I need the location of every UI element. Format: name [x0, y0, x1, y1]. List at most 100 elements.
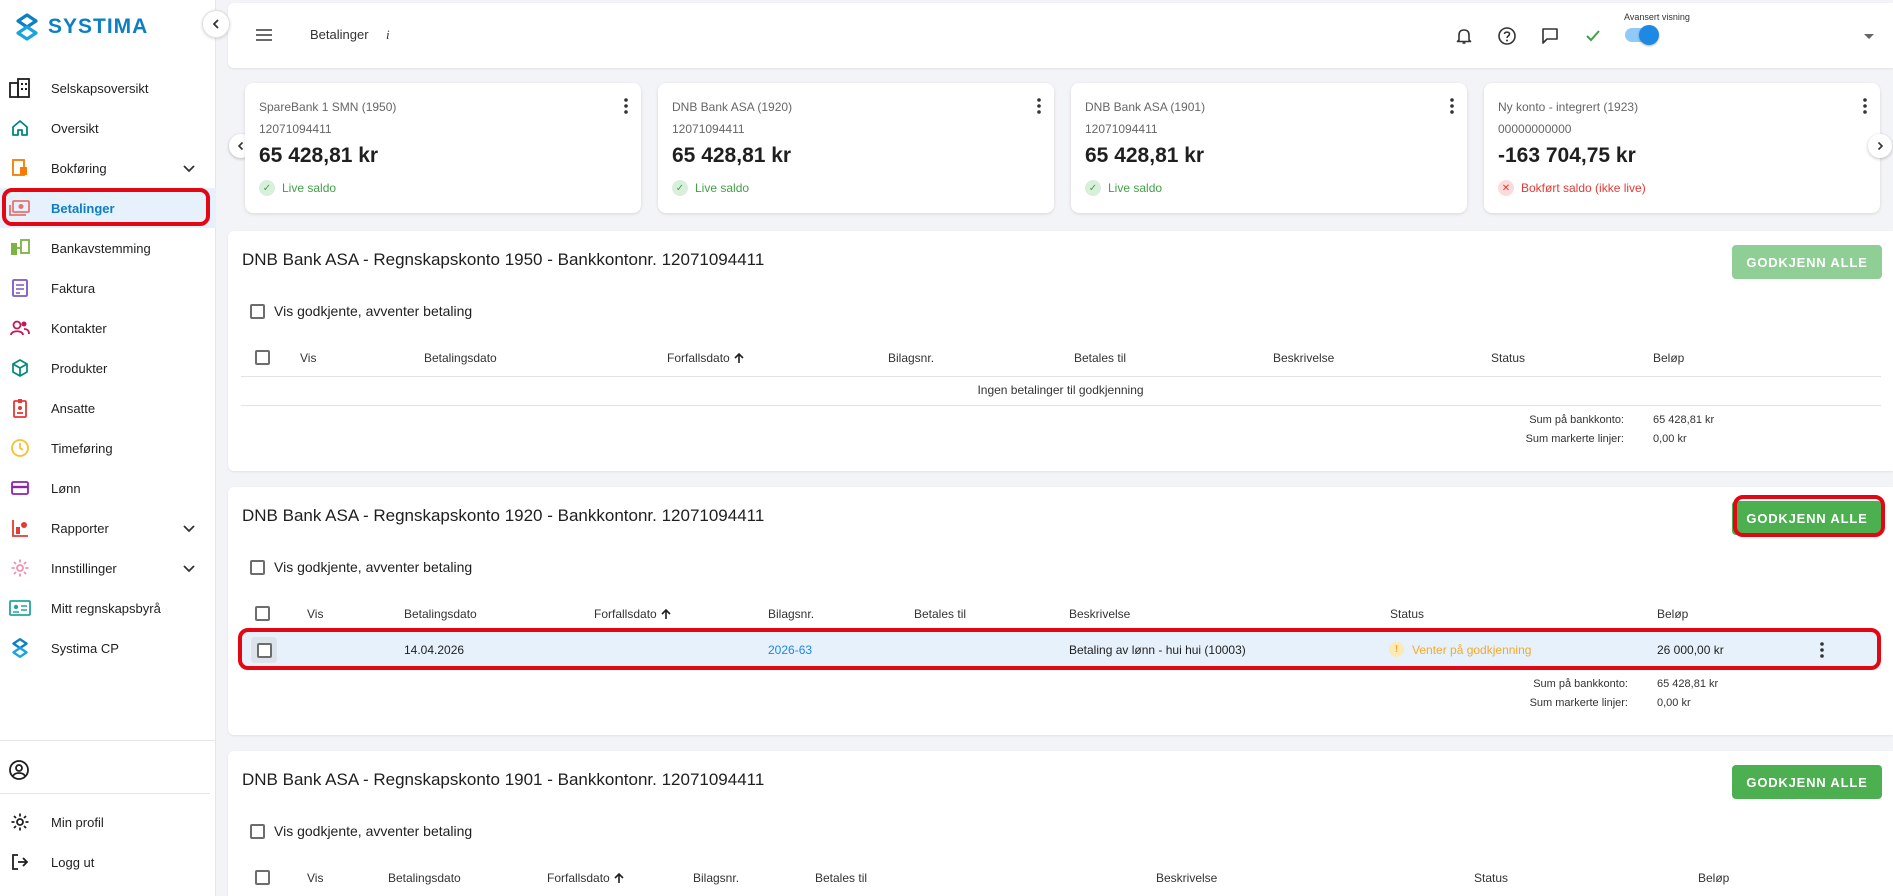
- column-header[interactable]: Vis: [300, 351, 316, 365]
- gear-icon: [8, 556, 32, 580]
- check-icon[interactable]: [1582, 25, 1604, 47]
- balance-status: ✓ Live saldo: [672, 180, 749, 196]
- sidebar-item-selskapsoversikt[interactable]: Selskapsoversikt: [0, 68, 216, 108]
- sidebar-item-innstillinger[interactable]: Innstillinger: [0, 548, 216, 588]
- column-header[interactable]: Beskrivelse: [1273, 351, 1334, 365]
- account-circle-icon[interactable]: [8, 759, 30, 784]
- sidebar-item-label: Produkter: [51, 360, 108, 376]
- sidebar-item-min-profil[interactable]: Min profil: [0, 802, 216, 842]
- column-header[interactable]: Status: [1390, 607, 1424, 621]
- sidebar-item-label: Timeføring: [51, 440, 113, 456]
- checkbox[interactable]: [250, 559, 265, 575]
- checkbox[interactable]: [250, 303, 265, 319]
- approve-all-button[interactable]: GODKJENN ALLE: [1732, 765, 1882, 799]
- account-card[interactable]: DNB Bank ASA (1901) 12071094411 65 428,8…: [1071, 83, 1467, 213]
- account-dropdown-icon[interactable]: [1864, 34, 1874, 39]
- chevron-down-icon[interactable]: [182, 561, 196, 575]
- balance-status: ✓ Live saldo: [259, 180, 336, 196]
- column-header[interactable]: Beløp: [1653, 351, 1684, 365]
- advanced-view-toggle[interactable]: [1625, 25, 1659, 45]
- row-select[interactable]: [251, 637, 277, 663]
- checkbox[interactable]: [250, 823, 265, 839]
- sidebar: SYSTIMA Selskapsoversikt Oversikt Bokfør…: [0, 0, 216, 896]
- column-header-sorted[interactable]: Forfallsdato: [594, 607, 672, 621]
- column-header[interactable]: Betalingsdato: [388, 871, 461, 885]
- column-header[interactable]: Status: [1491, 351, 1525, 365]
- column-header[interactable]: Betalingsdato: [424, 351, 497, 365]
- sidebar-item-timeforing[interactable]: Timeføring: [0, 428, 216, 468]
- chevron-down-icon[interactable]: [182, 161, 196, 175]
- sidebar-item-lonn[interactable]: Lønn: [0, 468, 216, 508]
- approve-all-button[interactable]: GODKJENN ALLE: [1732, 245, 1882, 279]
- column-header[interactable]: Betales til: [1074, 351, 1126, 365]
- divider: [241, 405, 1881, 406]
- column-header[interactable]: Beløp: [1657, 607, 1688, 621]
- select-all-checkbox[interactable]: [255, 870, 270, 885]
- hamburger-menu-icon[interactable]: [254, 27, 274, 43]
- account-card[interactable]: DNB Bank ASA (1920) 12071094411 65 428,8…: [658, 83, 1054, 213]
- column-header[interactable]: Vis: [307, 607, 323, 621]
- info-icon[interactable]: i: [386, 27, 390, 43]
- column-header[interactable]: Bilagsnr.: [768, 607, 814, 621]
- sidebar-item-betalinger[interactable]: Betalinger: [0, 188, 216, 228]
- status-badge: ! Venter på godkjenning: [1389, 642, 1531, 657]
- show-approved-checkbox[interactable]: Vis godkjente, avventer betaling: [250, 559, 472, 575]
- home-icon: [8, 116, 32, 140]
- bell-icon[interactable]: [1453, 25, 1475, 47]
- sidebar-item-bokforing[interactable]: Bokføring: [0, 148, 216, 188]
- topbar: Betalinger i Avansert visning: [228, 3, 1893, 68]
- column-header[interactable]: Status: [1474, 871, 1508, 885]
- systima-logo[interactable]: SYSTIMA: [14, 12, 148, 42]
- toggle-knob: [1639, 25, 1659, 45]
- sidebar-item-bankavstemming[interactable]: Bankavstemming: [0, 228, 216, 268]
- box-icon: [8, 356, 32, 380]
- show-approved-checkbox[interactable]: Vis godkjente, avventer betaling: [250, 823, 472, 839]
- row-checkbox[interactable]: [256, 642, 272, 658]
- show-approved-checkbox[interactable]: Vis godkjente, avventer betaling: [250, 303, 472, 319]
- column-header[interactable]: Bilagsnr.: [888, 351, 934, 365]
- column-header[interactable]: Vis: [307, 871, 323, 885]
- account-card[interactable]: SpareBank 1 SMN (1950) 12071094411 65 42…: [245, 83, 641, 213]
- checkbox-label: Vis godkjente, avventer betaling: [274, 823, 473, 839]
- chat-icon[interactable]: [1539, 25, 1561, 47]
- sidebar-item-ansatte[interactable]: Ansatte: [0, 388, 216, 428]
- column-header[interactable]: Beløp: [1698, 871, 1729, 885]
- approve-all-button[interactable]: GODKJENN ALLE: [1732, 501, 1882, 535]
- select-all-checkbox[interactable]: [255, 606, 270, 621]
- account-balance: -163 704,75 kr: [1498, 144, 1636, 167]
- account-card[interactable]: Ny konto - integrert (1923) 00000000000 …: [1484, 83, 1880, 213]
- sidebar-item-logg-ut[interactable]: Logg ut: [0, 842, 216, 882]
- sidebar-item-mitt-regnskapsbyra[interactable]: Mitt regnskapsbyrå: [0, 588, 216, 628]
- column-header[interactable]: Betales til: [914, 607, 966, 621]
- column-header[interactable]: Beskrivelse: [1156, 871, 1217, 885]
- sum-bank-value: 65 428,81 kr: [1657, 678, 1719, 690]
- collapse-sidebar-button[interactable]: [202, 10, 230, 38]
- building-icon: [8, 76, 32, 100]
- column-header[interactable]: Betales til: [815, 871, 867, 885]
- column-header[interactable]: Bilagsnr.: [693, 871, 739, 885]
- column-header[interactable]: Beskrivelse: [1069, 607, 1130, 621]
- balance-status: ✓ Live saldo: [1085, 180, 1162, 196]
- sidebar-item-faktura[interactable]: Faktura: [0, 268, 216, 308]
- empty-table-message: Ingen betalinger til godkjenning: [977, 383, 1144, 397]
- sidebar-item-systima-cp[interactable]: Systima CP: [0, 628, 216, 668]
- sidebar-item-kontakter[interactable]: Kontakter: [0, 308, 216, 348]
- sidebar-item-oversikt[interactable]: Oversikt: [0, 108, 216, 148]
- table-row[interactable]: 14.04.2026 2026-63 Betaling av lønn - hu…: [241, 631, 1881, 669]
- help-icon[interactable]: [1496, 25, 1518, 47]
- voucher-link[interactable]: 2026-63: [768, 643, 812, 657]
- more-vert-icon[interactable]: [1449, 97, 1455, 115]
- more-vert-icon[interactable]: [1862, 97, 1868, 115]
- column-header-sorted[interactable]: Forfallsdato: [547, 871, 625, 885]
- chevron-down-icon[interactable]: [182, 521, 196, 535]
- more-vert-icon[interactable]: [1036, 97, 1042, 115]
- carousel-next-button[interactable]: [1868, 134, 1892, 158]
- section-title: DNB Bank ASA - Regnskapskonto 1901 - Ban…: [242, 770, 765, 789]
- sidebar-item-produkter[interactable]: Produkter: [0, 348, 216, 388]
- column-header-sorted[interactable]: Forfallsdato: [667, 351, 745, 365]
- select-all-checkbox[interactable]: [255, 350, 270, 365]
- sidebar-item-rapporter[interactable]: Rapporter: [0, 508, 216, 548]
- more-vert-icon[interactable]: [1819, 641, 1825, 659]
- column-header[interactable]: Betalingsdato: [404, 607, 477, 621]
- more-vert-icon[interactable]: [623, 97, 629, 115]
